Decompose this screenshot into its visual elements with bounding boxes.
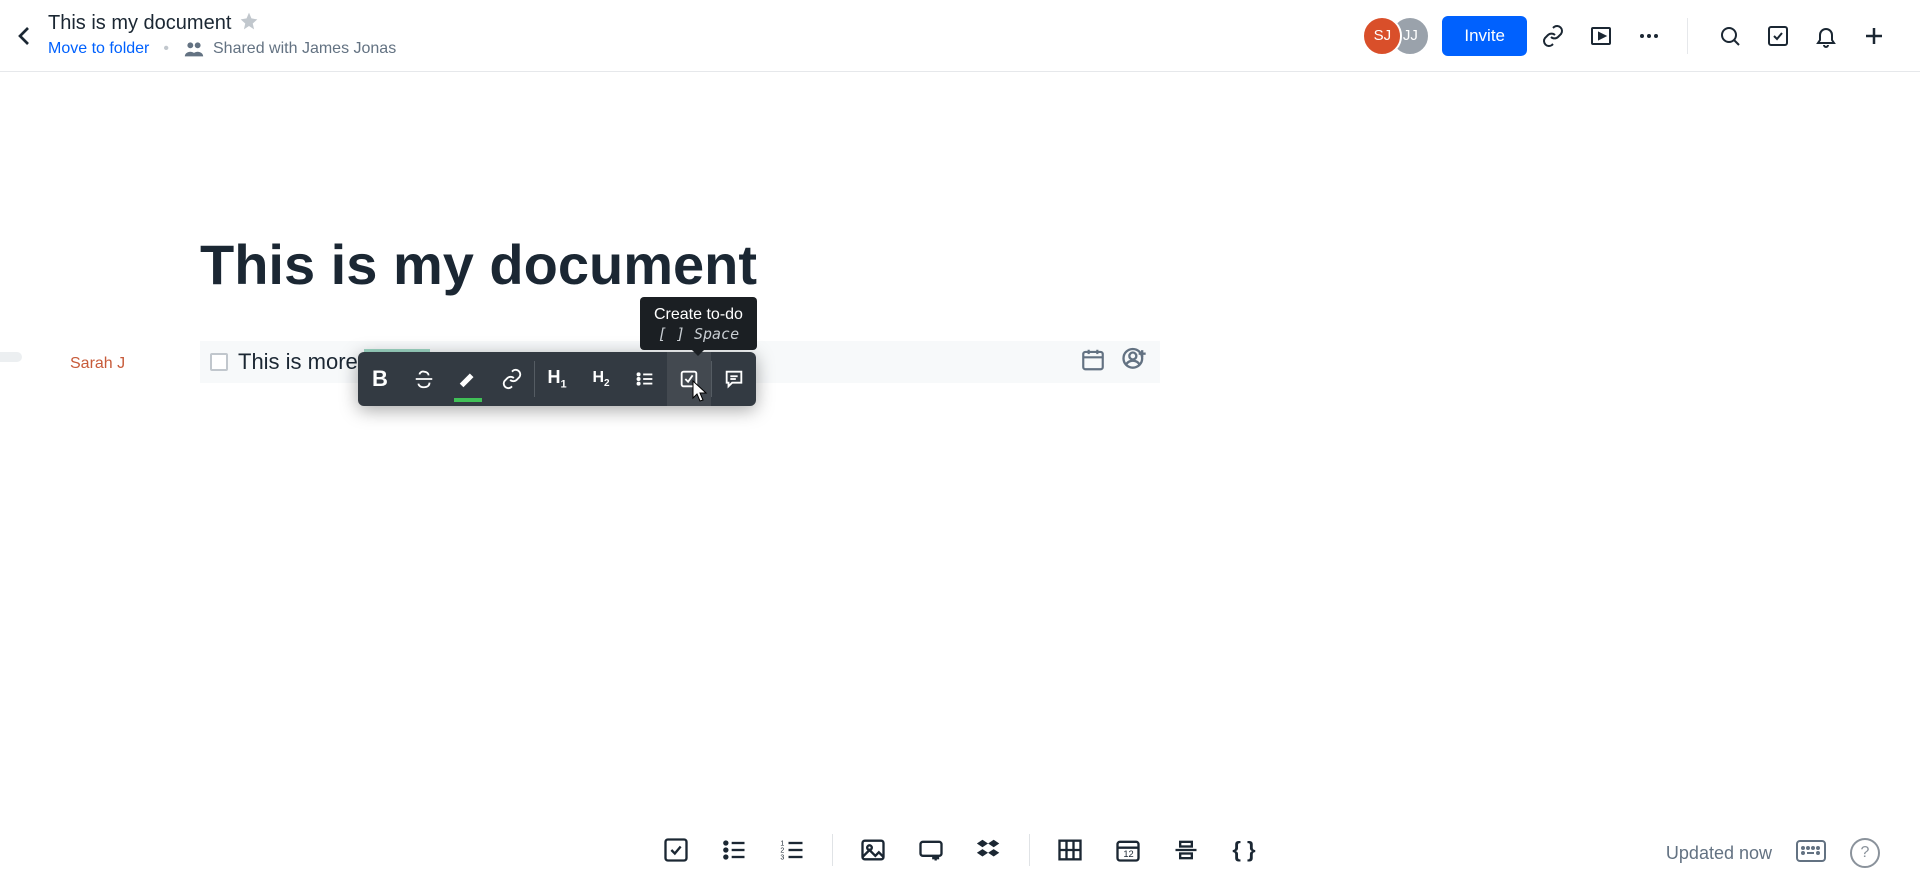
page-title[interactable]: This is my document <box>200 232 1920 297</box>
insert-todo-icon[interactable] <box>658 832 694 868</box>
highlight-button[interactable] <box>446 352 490 406</box>
shared-with-text: Shared with James Jonas <box>213 40 396 58</box>
search-icon[interactable] <box>1708 14 1752 58</box>
insert-numbered-list-icon[interactable]: 123 <box>774 832 810 868</box>
bold-button[interactable]: B <box>358 352 402 406</box>
collaborator-avatars: SJ JJ <box>1362 16 1430 56</box>
header-divider <box>1687 18 1688 54</box>
tooltip-title: Create to-do <box>654 305 743 325</box>
bottom-divider <box>832 834 833 866</box>
tooltip-hint: [ ] Space <box>654 325 743 344</box>
h2-button[interactable]: H2 <box>579 352 623 406</box>
move-to-folder-link[interactable]: Move to folder <box>48 40 149 58</box>
svg-text:2: 2 <box>780 847 784 854</box>
add-icon[interactable] <box>1852 14 1896 58</box>
due-date-icon[interactable] <box>1080 347 1106 378</box>
todo-tooltip: Create to-do [ ] Space <box>640 297 757 350</box>
insert-calendar-icon[interactable]: 12 <box>1110 832 1146 868</box>
bottom-insert-bar: 123 12 { } <box>0 832 1920 868</box>
shared-with-label[interactable]: Shared with James Jonas <box>183 38 396 60</box>
task-text-pre: This is more <box>238 349 364 374</box>
comment-button[interactable] <box>712 352 756 406</box>
present-icon[interactable] <box>1579 14 1623 58</box>
bullet-list-button[interactable] <box>623 352 667 406</box>
insert-image-icon[interactable] <box>855 832 891 868</box>
star-icon[interactable] <box>239 11 259 36</box>
h1-button[interactable]: H1 <box>535 352 579 406</box>
svg-text:12: 12 <box>1123 849 1133 859</box>
invite-button[interactable]: Invite <box>1442 16 1527 56</box>
cursor-icon <box>692 380 708 402</box>
insert-bullet-list-icon[interactable] <box>716 832 752 868</box>
insert-divider-icon[interactable] <box>1168 832 1204 868</box>
strikethrough-button[interactable] <box>402 352 446 406</box>
link-button[interactable] <box>490 352 534 406</box>
bottom-divider <box>1029 834 1030 866</box>
status-area: Updated now ? <box>1666 838 1880 868</box>
task-checkbox[interactable] <box>210 353 228 371</box>
svg-text:1: 1 <box>780 840 784 847</box>
avatar-sj[interactable]: SJ <box>1362 16 1402 56</box>
keyboard-shortcuts-icon[interactable] <box>1796 840 1826 867</box>
copy-link-icon[interactable] <box>1531 14 1575 58</box>
title-block: This is my document Move to folder • Sha… <box>48 11 396 60</box>
margin-tab[interactable] <box>0 352 22 362</box>
back-button[interactable] <box>8 20 40 52</box>
doc-title[interactable]: This is my document <box>48 12 231 35</box>
insert-media-icon[interactable] <box>913 832 949 868</box>
notifications-icon[interactable] <box>1804 14 1848 58</box>
insert-table-icon[interactable] <box>1052 832 1088 868</box>
document-page: This is my document Sarah J B H1 H2 <box>200 72 1920 896</box>
task-row-actions <box>1080 346 1148 379</box>
insert-code-icon[interactable]: { } <box>1226 832 1262 868</box>
assign-icon[interactable] <box>1120 346 1148 379</box>
help-icon[interactable]: ? <box>1850 838 1880 868</box>
insert-dropbox-icon[interactable] <box>971 832 1007 868</box>
separator-dot: • <box>163 40 169 58</box>
more-icon[interactable] <box>1627 14 1671 58</box>
svg-text:3: 3 <box>780 854 784 861</box>
updated-label: Updated now <box>1666 843 1772 864</box>
author-tag[interactable]: Sarah J <box>70 355 125 373</box>
tasks-icon[interactable] <box>1756 14 1800 58</box>
top-header: This is my document Move to folder • Sha… <box>0 0 1920 72</box>
